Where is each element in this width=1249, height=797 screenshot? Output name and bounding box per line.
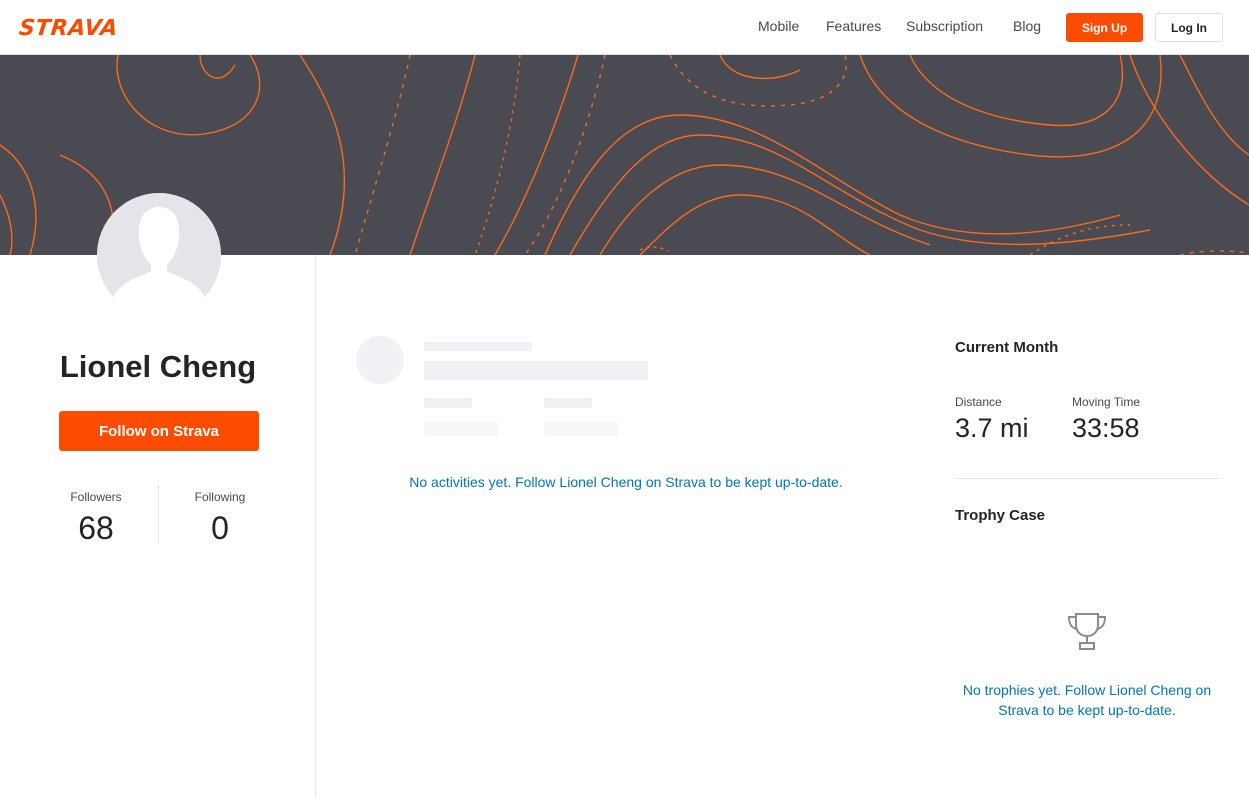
nav-blog[interactable]: Blog [1013,18,1041,34]
no-activities-message[interactable]: No activities yet. Follow Lionel Cheng o… [316,474,936,490]
follow-button[interactable]: Follow on Strava [59,411,259,451]
trophy-icon [1067,613,1107,650]
avatar-silhouette-icon [97,193,221,317]
moving-time-value: 33:58 [1072,413,1140,443]
nav-subscription[interactable]: Subscription [906,18,983,34]
no-trophies-message[interactable]: No trophies yet. Follow Lionel Cheng on … [955,680,1219,720]
section-divider [955,478,1219,479]
activity-placeholder-stat [544,398,592,408]
sign-up-button[interactable]: Sign Up [1066,13,1143,42]
followers-label: Followers [70,490,122,504]
followers-count[interactable]: 68 [56,510,136,547]
athlete-name: Lionel Cheng [59,349,257,384]
log-in-button[interactable]: Log In [1155,13,1223,42]
avatar [97,193,221,317]
top-nav: STRAVA Mobile Features Subscription Blog… [0,0,1249,55]
following-label: Following [194,490,246,504]
distance-label: Distance [955,395,1002,409]
following-count[interactable]: 0 [180,510,260,547]
activity-placeholder-line [424,342,532,351]
moving-time-label: Moving Time [1072,395,1141,409]
activity-placeholder-value [544,422,618,436]
nav-mobile[interactable]: Mobile [758,18,799,34]
stats-divider [158,484,159,544]
distance-value: 3.7 mi [955,413,1029,443]
activity-placeholder-avatar [356,336,404,384]
strava-logo[interactable]: STRAVA [18,16,120,41]
trophy-case-title: Trophy Case [955,507,1046,524]
activity-placeholder-title [424,361,648,380]
activity-placeholder-value [424,422,498,436]
current-month-title: Current Month [955,339,1059,356]
nav-features[interactable]: Features [826,18,881,34]
activity-placeholder-stat [424,398,472,408]
